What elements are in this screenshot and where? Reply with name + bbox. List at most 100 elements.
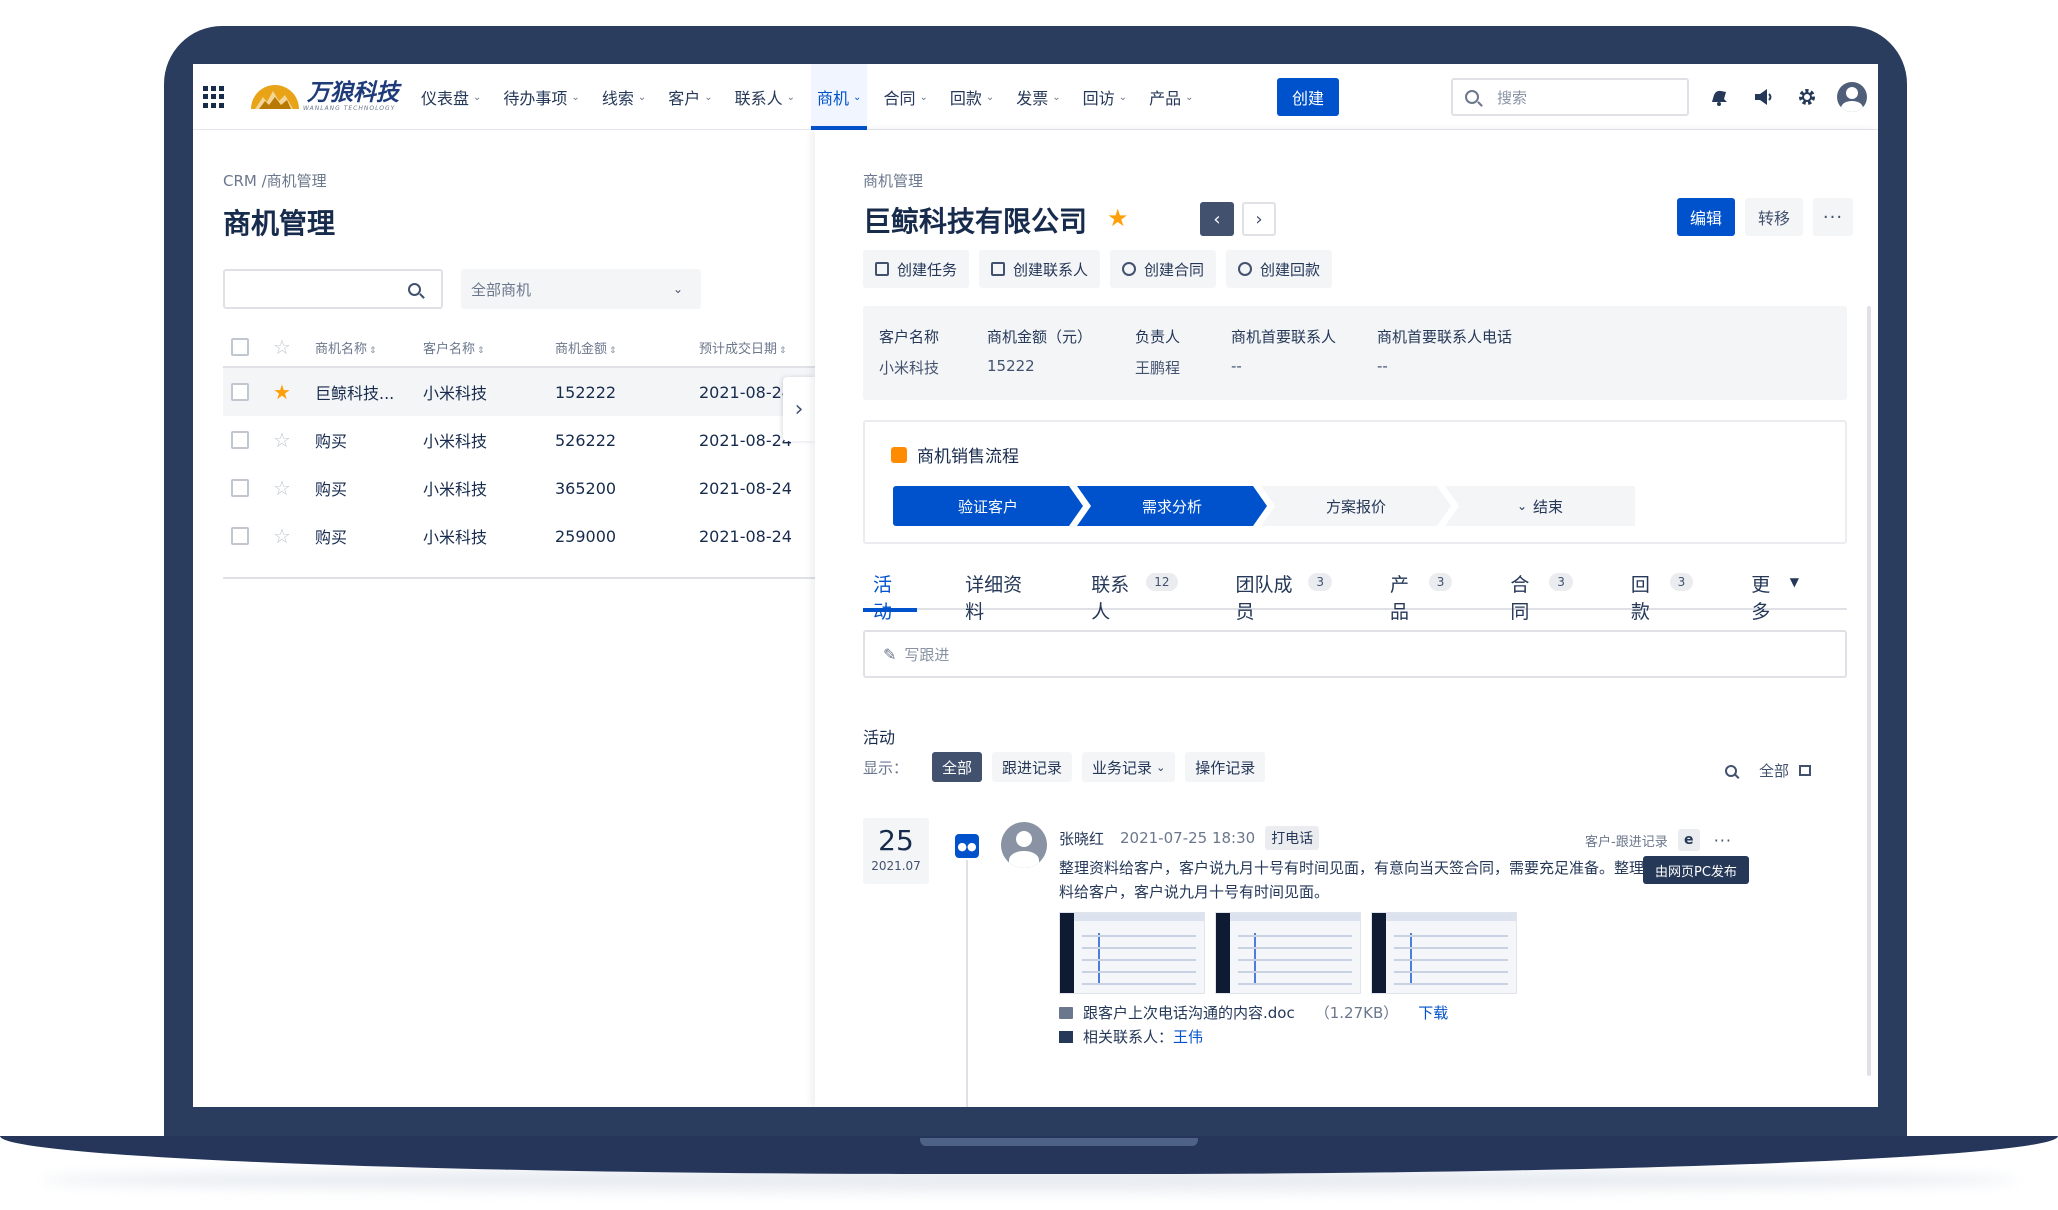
create-contact-button[interactable]: 创建联系人 xyxy=(979,250,1101,288)
attachment-thumbnail[interactable] xyxy=(1371,912,1517,994)
filter-business-button[interactable]: 业务记录 ⌄ xyxy=(1082,752,1176,782)
tab-4[interactable]: 产品 3 xyxy=(1380,564,1462,623)
scrollbar[interactable] xyxy=(1867,306,1871,1076)
cell-name[interactable]: 购买 xyxy=(315,428,423,452)
process-stage[interactable]: 验证客户 xyxy=(893,486,1083,526)
star-icon[interactable]: ☆ xyxy=(273,524,295,548)
nav-item-3[interactable]: 客户 ⌄ xyxy=(668,64,712,130)
table-row[interactable]: ☆ 购买 小米科技 526222 2021-08-24 xyxy=(223,416,815,464)
tab-6[interactable]: 回款 3 xyxy=(1621,564,1703,623)
download-link[interactable]: 下载 xyxy=(1418,1002,1448,1023)
cell-name[interactable]: 巨鲸科技... xyxy=(315,380,423,404)
global-search-input[interactable]: 搜索 xyxy=(1451,78,1689,116)
person-icon xyxy=(1122,262,1137,276)
tab-3[interactable]: 团队成员 3 xyxy=(1226,564,1342,623)
create-button[interactable]: 创建 xyxy=(1277,78,1339,116)
star-icon[interactable]: ★ xyxy=(273,380,295,404)
table-row[interactable]: ☆ 购买 小米科技 365200 2021-08-24 xyxy=(223,464,815,512)
nav-item-1[interactable]: 待办事项 ⌄ xyxy=(503,64,579,130)
nav-item-2[interactable]: 线索 ⌄ xyxy=(602,64,646,130)
browser-icon[interactable]: e xyxy=(1677,829,1700,851)
process-stage[interactable]: 需求分析 xyxy=(1077,486,1267,526)
megaphone-icon[interactable] xyxy=(1749,83,1777,111)
entry-more-icon[interactable]: ··· xyxy=(1714,831,1732,850)
create-payment-button[interactable]: 创建回款 xyxy=(1226,250,1333,288)
list-search-input[interactable] xyxy=(223,269,443,309)
calendar-icon[interactable] xyxy=(1799,765,1812,776)
attachment-thumbnail[interactable] xyxy=(1059,912,1205,994)
process-stage[interactable]: ⌄ 结束 xyxy=(1445,486,1635,526)
col-header-name[interactable]: 商机名称 ⇕ xyxy=(315,338,423,357)
col-header-amount[interactable]: 商机金额 ⇕ xyxy=(555,338,699,357)
tab-5[interactable]: 合同 3 xyxy=(1500,564,1582,623)
bell-icon[interactable] xyxy=(1705,83,1733,111)
write-followup-input[interactable]: ✎ 写跟进 xyxy=(863,630,1847,678)
logo[interactable]: 万狼科技 WANLANG TECHNOLOGY xyxy=(247,74,399,120)
table-row[interactable]: ★ 巨鲸科技... 小米科技 152222 2021-08-24 xyxy=(223,368,815,416)
search-icon[interactable] xyxy=(1725,764,1737,777)
col-header-date[interactable]: 预计成交日期 ⇕ xyxy=(699,338,809,357)
cell-name[interactable]: 购买 xyxy=(315,524,423,548)
previous-record-button[interactable]: ‹ xyxy=(1200,202,1234,236)
transfer-button[interactable]: 转移 xyxy=(1745,198,1803,236)
row-checkbox[interactable] xyxy=(231,479,249,497)
filter-operation-button[interactable]: 操作记录 xyxy=(1185,752,1266,782)
row-checkbox[interactable] xyxy=(231,527,249,545)
tab-1[interactable]: 详细资料 xyxy=(955,564,1043,623)
star-icon[interactable]: ☆ xyxy=(273,428,295,452)
process-stage[interactable]: 方案报价 xyxy=(1261,486,1451,526)
star-header-icon: ☆ xyxy=(273,335,291,359)
user-avatar-icon[interactable] xyxy=(1837,82,1867,112)
tab-label: 联系人 xyxy=(1091,574,1130,623)
payment-icon xyxy=(1238,262,1253,276)
nav-item-0[interactable]: 仪表盘 ⌄ xyxy=(421,64,481,130)
process-icon xyxy=(891,446,907,463)
nav-item-label: 线索 xyxy=(601,89,634,108)
related-contact-link[interactable]: 王伟 xyxy=(1173,1026,1203,1047)
tab-count-badge: 12 xyxy=(1146,573,1178,591)
next-record-button[interactable]: › xyxy=(1242,202,1276,236)
nav-item-10[interactable]: 产品 ⌄ xyxy=(1149,64,1193,130)
tab-count-badge: 3 xyxy=(1549,573,1573,591)
col-header-customer[interactable]: 客户名称 ⇕ xyxy=(423,338,555,357)
tab-2[interactable]: 联系人 12 xyxy=(1081,564,1187,623)
search-icon[interactable] xyxy=(408,283,421,296)
nav-item-label: 回访 xyxy=(1082,89,1115,108)
filter-all-button[interactable]: 全部 xyxy=(932,752,983,782)
star-icon[interactable]: ☆ xyxy=(273,476,295,500)
tab-7[interactable]: 更多 ▼ xyxy=(1741,564,1809,623)
entry-user[interactable]: 张晓红 xyxy=(1059,828,1104,849)
row-checkbox[interactable] xyxy=(231,383,249,401)
nav-item-6[interactable]: 合同 ⌄ xyxy=(883,64,927,130)
show-label: 显示： xyxy=(863,758,909,777)
nav-item-4[interactable]: 联系人 ⌄ xyxy=(735,64,795,130)
edit-button[interactable]: 编辑 xyxy=(1677,198,1735,236)
nav-item-7[interactable]: 回款 ⌄ xyxy=(950,64,994,130)
avatar[interactable] xyxy=(1001,822,1047,868)
create-task-button[interactable]: 创建任务 xyxy=(863,250,970,288)
nav-item-9[interactable]: 回访 ⌄ xyxy=(1083,64,1127,130)
create-contract-button[interactable]: 创建合同 xyxy=(1110,250,1217,288)
scope-select[interactable]: 全部 xyxy=(1759,760,1789,781)
nav-item-label: 客户 xyxy=(668,89,701,108)
breadcrumb[interactable]: CRM /商机管理 xyxy=(223,170,327,191)
favorite-star-icon[interactable]: ★ xyxy=(1107,204,1129,232)
nav-item-8[interactable]: 发票 ⌄ xyxy=(1016,64,1060,130)
row-checkbox[interactable] xyxy=(231,431,249,449)
select-all-checkbox[interactable] xyxy=(231,338,249,356)
more-actions-button[interactable]: ··· xyxy=(1813,198,1853,236)
table-row[interactable]: ☆ 购买 小米科技 259000 2021-08-24 xyxy=(223,512,815,560)
attachment-thumbnail[interactable] xyxy=(1215,912,1361,994)
cell-name[interactable]: 购买 xyxy=(315,476,423,500)
collapse-panel-button[interactable]: › xyxy=(783,377,815,441)
detail-breadcrumb[interactable]: 商机管理 xyxy=(863,170,923,191)
filter-followup-button[interactable]: 跟进记录 xyxy=(992,752,1073,782)
nav-item-5[interactable]: 商机 ⌄ xyxy=(811,64,868,130)
opportunity-filter-select[interactable]: 全部商机 ⌄ xyxy=(461,269,701,309)
grid-icon[interactable] xyxy=(203,86,225,108)
cell-customer: 小米科技 xyxy=(423,384,488,403)
quick-actions: 创建任务 创建联系人 创建合同 创建回款 xyxy=(863,250,1342,288)
file-name[interactable]: 跟客户上次电话沟通的内容.doc xyxy=(1083,1002,1295,1023)
tab-0[interactable]: 活动 xyxy=(863,564,918,623)
gear-icon[interactable] xyxy=(1793,83,1821,111)
